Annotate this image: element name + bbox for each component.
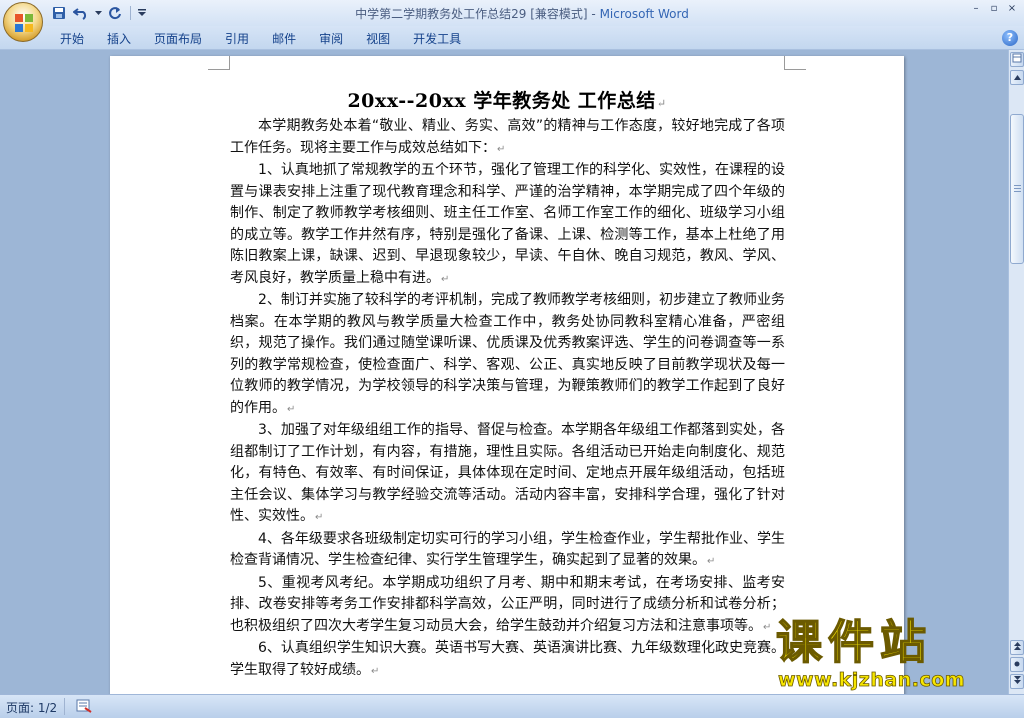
document-area[interactable]: 20xx--20xx 学年教务处 工作总结↵ 本学期教务处本着“敬业、精业、务实… bbox=[0, 50, 1008, 694]
margin-corner-top-right bbox=[784, 56, 806, 70]
paragraph: 2、制订并实施了较科学的考评机制，完成了教师教学考核细则，初步建立了教师业务档案… bbox=[230, 290, 785, 420]
thumb-grip bbox=[1014, 188, 1021, 189]
paragraph-mark-icon: ↵ bbox=[371, 665, 380, 677]
paragraph: 1、认真地抓了常规教学的五个环节，强化了管理工作的科学化、实效性，在课程的设置与… bbox=[230, 160, 785, 290]
restore-button[interactable]: ▫ bbox=[986, 2, 1002, 16]
ribbon-tab-bar: 开始 插入 页面布局 引用 邮件 审阅 视图 开发工具 ? bbox=[0, 26, 1024, 50]
document-heading: 20xx--20xx 学年教务处 工作总结↵ bbox=[110, 86, 904, 113]
tab-home[interactable]: 开始 bbox=[50, 30, 94, 48]
paragraph-mark-icon: ↵ bbox=[315, 512, 324, 523]
tab-developer[interactable]: 开发工具 bbox=[403, 30, 471, 48]
paragraph-text: 4、各年级要求各班级制定切实可行的学习小组，学生检查作业，学生帮批作业、学生检查… bbox=[230, 530, 785, 569]
document-body: 本学期教务处本着“敬业、精业、务实、高效”的精神与工作态度，较好地完成了各项工作… bbox=[230, 116, 785, 682]
chevron-up-icon bbox=[1013, 75, 1021, 80]
thumb-grip bbox=[1014, 191, 1021, 192]
title-bar: 中学第二学期教务处工作总结29 [兼容模式] - Microsoft Word … bbox=[0, 0, 1024, 42]
tab-mailings[interactable]: 邮件 bbox=[262, 30, 306, 48]
next-page-button[interactable] bbox=[1010, 674, 1024, 689]
tab-references[interactable]: 引用 bbox=[215, 30, 259, 48]
paragraph-mark-icon: ↵ bbox=[441, 273, 450, 285]
status-bar: 页面: 1/2 bbox=[0, 694, 1024, 718]
status-separator bbox=[64, 698, 65, 715]
paragraph-mark-icon: ↵ bbox=[707, 556, 716, 567]
double-chevron-up-icon bbox=[1013, 642, 1021, 650]
tab-insert[interactable]: 插入 bbox=[97, 30, 141, 48]
window-title: 中学第二学期教务处工作总结29 [兼容模式] - Microsoft Word bbox=[0, 5, 1024, 22]
help-icon[interactable]: ? bbox=[1002, 30, 1018, 46]
office-logo-icon bbox=[15, 14, 33, 32]
paragraph: 3、加强了对年级组组工作的指导、督促与检查。本学期各年级组工作都落到实处，各组都… bbox=[230, 420, 785, 529]
paragraph-text: 6、认真组织学生知识大赛。英语书写大赛、英语演讲比赛、九年级数理化政史竞赛。学生… bbox=[230, 640, 785, 678]
document-heading-text: 20xx--20xx 学年教务处 工作总结 bbox=[347, 90, 656, 112]
margin-corner-top-left bbox=[208, 56, 230, 70]
watermark-url: www.kjzhan.com bbox=[778, 669, 966, 692]
double-chevron-down-icon bbox=[1013, 676, 1021, 684]
vertical-scrollbar[interactable] bbox=[1008, 50, 1024, 694]
previous-page-button[interactable] bbox=[1010, 640, 1024, 655]
scrollbar-thumb[interactable] bbox=[1010, 114, 1024, 264]
office-button[interactable] bbox=[3, 2, 43, 42]
paragraph-text: 3、加强了对年级组组工作的指导、督促与检查。本学期各年级组工作都落到实处，各组都… bbox=[230, 422, 785, 524]
tab-view[interactable]: 视图 bbox=[356, 30, 400, 48]
minimize-button[interactable]: – bbox=[968, 2, 984, 16]
paragraph-text: 2、制订并实施了较科学的考评机制，完成了教师教学考核细则，初步建立了教师业务档案… bbox=[230, 292, 785, 416]
paragraph-text: 5、重视考风考纪。本学期成功组织了月考、期中和期末考试，在考场安排、监考安排、改… bbox=[230, 574, 785, 634]
paragraph-mark-icon: ↵ bbox=[656, 97, 667, 110]
tab-review[interactable]: 审阅 bbox=[309, 30, 353, 48]
paragraph: 5、重视考风考纪。本学期成功组织了月考、期中和期末考试，在考场安排、监考安排、改… bbox=[230, 573, 785, 639]
paragraph: 4、各年级要求各班级制定切实可行的学习小组，学生检查作业，学生帮批作业、学生检查… bbox=[230, 529, 785, 573]
document-page[interactable]: 20xx--20xx 学年教务处 工作总结↵ 本学期教务处本着“敬业、精业、务实… bbox=[110, 56, 904, 694]
scroll-up-button[interactable] bbox=[1010, 70, 1024, 85]
watermark-title: 课件站 bbox=[775, 615, 932, 669]
paragraph-mark-icon: ↵ bbox=[497, 143, 506, 155]
app-name: Microsoft Word bbox=[599, 7, 689, 21]
close-button[interactable]: × bbox=[1004, 2, 1020, 16]
select-browse-object-button[interactable] bbox=[1010, 657, 1024, 672]
paragraph-text: 本学期教务处本着“敬业、精业、务实、高效”的精神与工作态度，较好地完成了各项工作… bbox=[230, 118, 785, 156]
paragraph-mark-icon: ↵ bbox=[763, 621, 772, 633]
browse-object-icon bbox=[1014, 661, 1020, 667]
ruler-toggle-button[interactable] bbox=[1010, 52, 1024, 67]
tab-page-layout[interactable]: 页面布局 bbox=[144, 30, 212, 48]
ribbon-tabs: 开始 插入 页面布局 引用 邮件 审阅 视图 开发工具 bbox=[50, 30, 474, 48]
paragraph: 6、认真组织学生知识大赛。英语书写大赛、英语演讲比赛、九年级数理化政史竞赛。学生… bbox=[230, 638, 785, 682]
document-title-text: 中学第二学期教务处工作总结29 [兼容模式] - bbox=[355, 7, 600, 21]
paragraph-text: 1、认真地抓了常规教学的五个环节，强化了管理工作的科学化、实效性，在课程的设置与… bbox=[230, 162, 785, 286]
paragraph-mark-icon: ↵ bbox=[287, 403, 296, 415]
paragraph: 本学期教务处本着“敬业、精业、务实、高效”的精神与工作态度，较好地完成了各项工作… bbox=[230, 116, 785, 160]
ruler-icon bbox=[1012, 53, 1022, 63]
watermark-logo: 课件站 www.kjzhan.com bbox=[772, 614, 1006, 694]
window-controls: – ▫ × bbox=[968, 2, 1020, 16]
page-count-indicator[interactable]: 页面: 1/2 bbox=[6, 699, 57, 716]
thumb-grip bbox=[1014, 185, 1021, 186]
proofing-status-icon[interactable] bbox=[76, 699, 92, 713]
